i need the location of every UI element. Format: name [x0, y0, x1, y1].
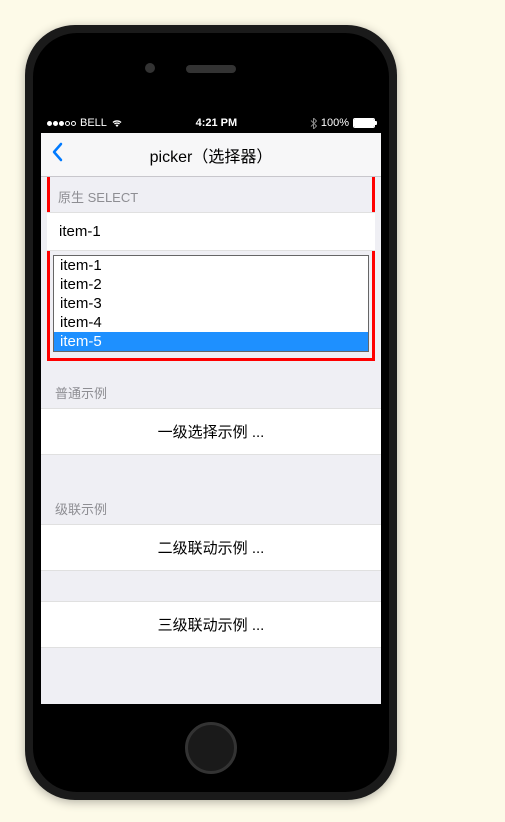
content: 原生 SELECT item-1 item-1 item-2 item-3 it…	[41, 174, 381, 648]
status-left: BELL	[47, 117, 123, 129]
signal-icon	[47, 121, 76, 126]
phone-inner: BELL 4:21 PM 100% picker（选择器）	[33, 33, 389, 792]
section-header-cascade: 级联示例	[41, 485, 381, 524]
carrier-label: BELL	[80, 117, 107, 129]
screen: BELL 4:21 PM 100% picker（选择器）	[41, 113, 381, 704]
chevron-left-icon	[51, 142, 63, 162]
status-time: 4:21 PM	[196, 117, 238, 129]
speaker-slot	[186, 65, 236, 73]
back-button[interactable]	[51, 142, 63, 168]
wifi-icon	[111, 118, 123, 128]
native-select-value[interactable]: item-1	[47, 212, 375, 251]
level3-cascade-button[interactable]: 三级联动示例 ...	[41, 601, 381, 648]
bluetooth-icon	[310, 118, 317, 129]
native-select-dropdown[interactable]: item-1 item-2 item-3 item-4 item-5	[53, 255, 369, 352]
level2-cascade-button[interactable]: 二级联动示例 ...	[41, 524, 381, 571]
section-header-normal: 普通示例	[41, 369, 381, 408]
battery-icon	[353, 118, 375, 128]
section-header-native: 原生 SELECT	[50, 177, 372, 212]
dropdown-option[interactable]: item-1	[54, 256, 368, 275]
level1-select-button[interactable]: 一级选择示例 ...	[41, 408, 381, 455]
home-button[interactable]	[185, 722, 237, 774]
phone-frame: BELL 4:21 PM 100% picker（选择器）	[25, 25, 397, 800]
highlight-box: 原生 SELECT item-1 item-1 item-2 item-3 it…	[47, 174, 375, 361]
battery-percent: 100%	[321, 117, 349, 129]
spacer	[41, 455, 381, 485]
spacer	[41, 571, 381, 601]
status-bar: BELL 4:21 PM 100%	[41, 113, 381, 133]
status-right: 100%	[310, 117, 375, 129]
nav-title: picker（选择器）	[41, 143, 381, 167]
dropdown-option[interactable]: item-3	[54, 294, 368, 313]
nav-bar: picker（选择器）	[41, 133, 381, 177]
dropdown-option[interactable]: item-4	[54, 313, 368, 332]
camera-dot	[145, 63, 155, 73]
dropdown-option[interactable]: item-5	[54, 332, 368, 351]
dropdown-option[interactable]: item-2	[54, 275, 368, 294]
